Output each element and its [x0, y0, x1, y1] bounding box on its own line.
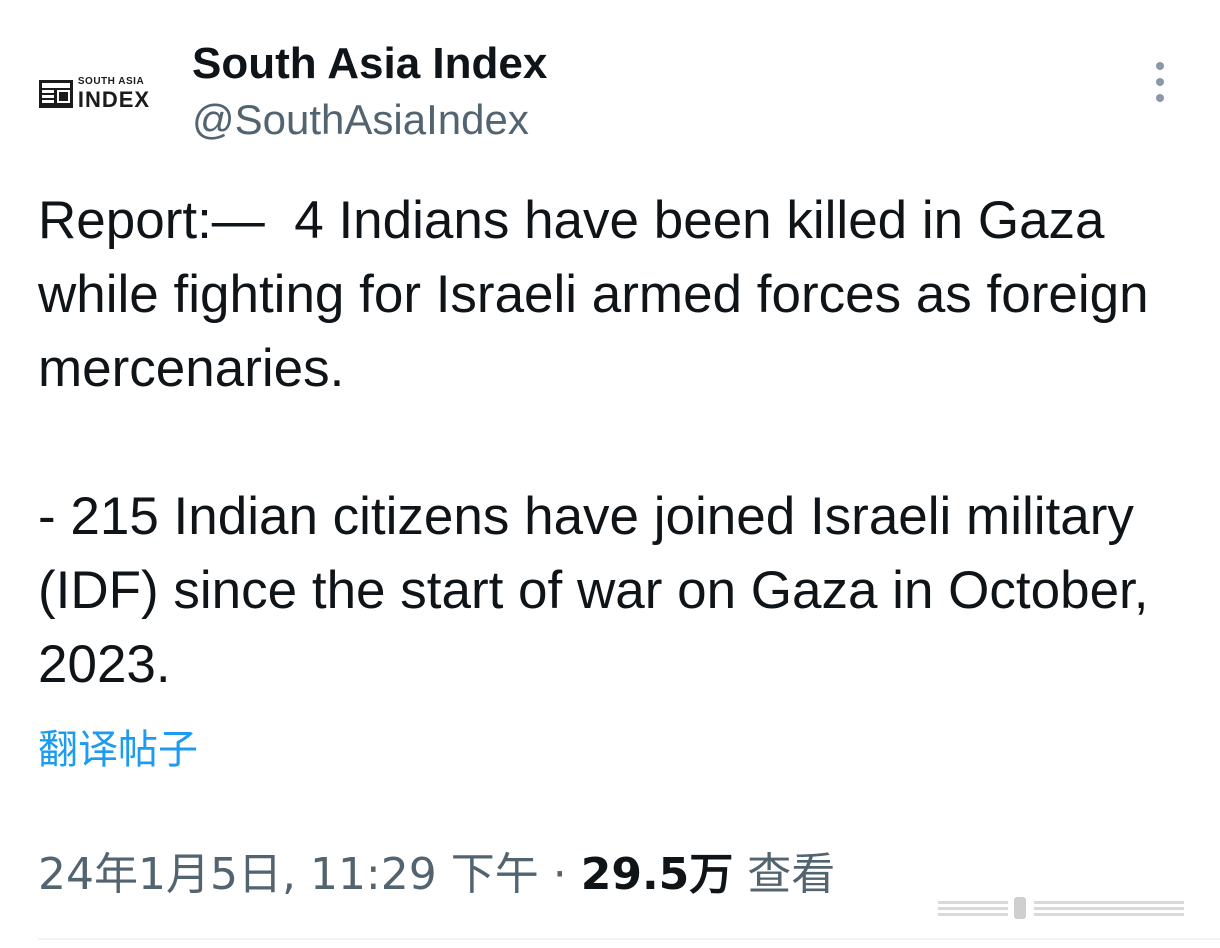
- more-options-button[interactable]: [1136, 58, 1184, 106]
- more-vertical-icon: [1156, 78, 1164, 86]
- south-asia-index-logo: SOUTH ASIA INDEX: [38, 76, 150, 112]
- more-vertical-icon: [1156, 94, 1164, 102]
- author-handle[interactable]: @SouthAsiaIndex: [192, 94, 529, 146]
- logo-text-top: SOUTH ASIA: [77, 76, 145, 87]
- meta-separator: ·: [538, 849, 581, 900]
- tweet-text: Report:— 4 Indians have been killed in G…: [38, 184, 1188, 702]
- more-vertical-icon: [1156, 62, 1164, 70]
- views-label: 查看: [733, 849, 836, 900]
- tweet-paragraph: - 215 Indian citizens have joined Israel…: [38, 487, 1164, 694]
- views-count: 29.5万: [580, 849, 734, 900]
- tweet-meta: 24年1月5日, 11:29 下午 · 29.5万 查看: [38, 846, 835, 904]
- author-display-name[interactable]: South Asia Index: [192, 38, 547, 90]
- watermark-icon: [938, 897, 1184, 919]
- timestamp[interactable]: 24年1月5日, 11:29 下午: [38, 849, 539, 900]
- logo-text-bottom: INDEX: [77, 87, 151, 112]
- avatar[interactable]: SOUTH ASIA INDEX: [36, 36, 152, 152]
- newspaper-icon: [38, 80, 73, 108]
- divider: [38, 938, 1220, 940]
- tweet-paragraph: Report:— 4 Indians have been killed in G…: [38, 191, 1164, 398]
- translate-post-link[interactable]: 翻译帖子: [38, 722, 198, 778]
